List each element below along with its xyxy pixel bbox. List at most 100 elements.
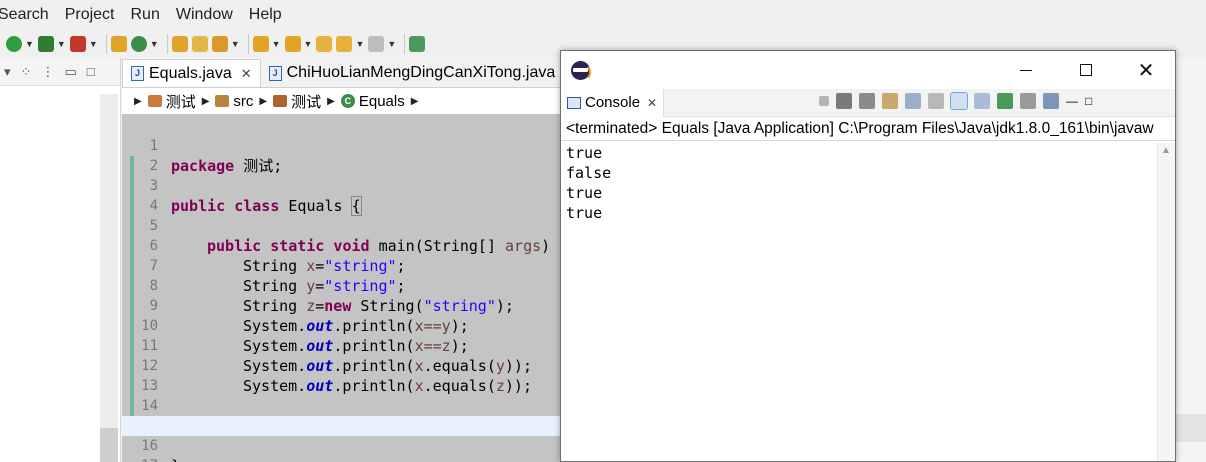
last-edit-button[interactable] (316, 33, 333, 55)
search-button[interactable]: ▼ (211, 33, 240, 55)
toolbar-separator (166, 34, 168, 54)
tab-chihuo-java[interactable]: J ChiHuoLianMengDingCanXiTong.java (261, 59, 564, 87)
scrollbar-thumb[interactable] (100, 428, 118, 462)
terminate-icon[interactable] (819, 96, 829, 106)
tab-label: ChiHuoLianMengDingCanXiTong.java (286, 64, 556, 81)
chevron-down-icon[interactable]: ▼ (25, 39, 34, 49)
run-icon (6, 36, 22, 52)
chevron-right-icon: ▶ (410, 95, 419, 107)
chevron-up-icon[interactable]: ▲ (1161, 145, 1171, 156)
open-type-button[interactable] (171, 33, 188, 55)
debug-button[interactable]: ▼ (37, 33, 66, 55)
open-task-button[interactable] (191, 33, 208, 55)
current-line: 16 } (122, 416, 562, 462)
code-line: 1 package 测试; (122, 116, 562, 175)
minimize-icon[interactable]: — (1066, 94, 1078, 108)
close-icon[interactable]: ✕ (241, 66, 252, 82)
console-tab-label: Console (585, 94, 641, 111)
package-explorer-panel: ▾ ⁘ ⋮ ▭ □ (0, 58, 121, 462)
remove-launch-icon[interactable] (836, 93, 852, 109)
next-annotation-button[interactable]: ▼ (252, 33, 281, 55)
minimize-icon (1020, 69, 1032, 71)
search-icon (211, 36, 228, 52)
menu-bar: Search Project Run Window Help (0, 0, 1206, 30)
breadcrumb-class[interactable]: C Equals (340, 93, 405, 110)
menu-window[interactable]: Window (176, 6, 233, 24)
external-tools-button[interactable]: ▼ (69, 33, 98, 55)
code-line: 15 (122, 396, 562, 434)
next-annotation-icon (252, 36, 269, 52)
breadcrumb-package[interactable]: 测试 (273, 91, 321, 112)
scroll-lock-icon[interactable] (905, 93, 921, 109)
view-menu-icon[interactable]: ⋮ (41, 64, 54, 80)
chevron-down-icon[interactable]: ▼ (387, 39, 396, 49)
code-area[interactable]: 1 package 测试; 2 3 public class Equals { … (122, 114, 569, 462)
back-button[interactable]: ▼ (336, 33, 364, 55)
right-panel-strip (1174, 58, 1206, 462)
remove-all-launches-icon[interactable] (859, 93, 875, 109)
maximize-icon[interactable]: □ (87, 64, 95, 79)
open-perspective-button[interactable] (409, 33, 426, 55)
menu-project[interactable]: Project (65, 6, 115, 24)
menu-search[interactable]: Search (0, 6, 49, 24)
java-file-icon: J (131, 66, 144, 81)
forward-button[interactable]: ▼ (368, 33, 396, 55)
chevron-down-icon[interactable]: ▼ (150, 39, 159, 49)
clear-console-icon[interactable] (882, 93, 898, 109)
package-icon (273, 95, 288, 107)
open-type-icon (171, 36, 188, 52)
minimized-view[interactable] (1175, 414, 1206, 442)
maximize-button[interactable] (1063, 51, 1109, 89)
vertical-scrollbar[interactable] (100, 94, 118, 454)
console-output-line: true (566, 144, 603, 162)
chevron-right-icon: ▶ (134, 95, 142, 107)
tab-console[interactable]: Console ✕ (561, 88, 665, 117)
chevron-down-icon[interactable]: ▼ (231, 39, 240, 49)
back-icon (336, 36, 353, 52)
link-editor-icon[interactable]: ⁘ (21, 64, 32, 80)
breadcrumb-project[interactable]: 测试 (147, 91, 196, 112)
open-task-icon (191, 36, 208, 52)
chevron-down-icon[interactable]: ▼ (57, 39, 66, 49)
tab-equals-java[interactable]: J Equals.java ✕ (122, 59, 261, 87)
minimize-icon[interactable]: ▭ (64, 64, 76, 80)
menu-help[interactable]: Help (249, 6, 282, 24)
console-output-line: true (566, 204, 603, 222)
new-java-project-button[interactable] (110, 33, 127, 55)
line-number: 17 (122, 456, 160, 462)
previous-annotation-button[interactable]: ▼ (284, 33, 313, 55)
code-line: 8 String z=new String("string"); (122, 256, 562, 315)
minimize-button[interactable] (1003, 51, 1049, 89)
console-icon (567, 96, 581, 109)
close-button[interactable]: ✕ (1123, 51, 1169, 89)
class-icon: C (340, 94, 355, 108)
collapse-all-icon[interactable]: ▾ (4, 64, 11, 80)
chevron-down-icon[interactable]: ▼ (272, 39, 281, 49)
eclipse-logo-icon (571, 61, 591, 81)
previous-annotation-icon (284, 36, 301, 52)
project-icon (147, 95, 162, 107)
run-button[interactable]: ▼ (6, 33, 34, 55)
close-icon[interactable]: ✕ (647, 96, 657, 110)
show-on-stderr-icon[interactable] (974, 93, 990, 109)
breadcrumb-src[interactable]: src (215, 93, 253, 110)
open-console-icon[interactable] (1043, 93, 1059, 109)
window-titlebar[interactable]: ✕ (561, 51, 1175, 89)
menu-run[interactable]: Run (131, 6, 160, 24)
vertical-scrollbar[interactable]: ▲ (1157, 143, 1175, 461)
show-on-stdout-icon[interactable] (950, 92, 968, 110)
chevron-down-icon[interactable]: ▼ (304, 39, 313, 49)
code-line: 12 System.out.println(x.equals(z)); (122, 336, 562, 395)
open-perspective-icon (409, 36, 426, 52)
pin-console-icon[interactable] (997, 93, 1013, 109)
chevron-down-icon[interactable]: ▼ (355, 39, 364, 49)
chevron-right-icon: ▶ (327, 95, 335, 107)
forward-icon (368, 36, 385, 52)
console-output[interactable]: true false true true ▲ (561, 143, 1175, 461)
code-line: 5 public static void main(String[] args)… (122, 196, 569, 255)
new-class-button[interactable]: ▼ (130, 33, 159, 55)
maximize-icon[interactable]: □ (1085, 94, 1092, 108)
chevron-down-icon[interactable]: ▼ (89, 39, 98, 49)
word-wrap-icon[interactable] (928, 93, 944, 109)
display-console-icon[interactable] (1020, 93, 1036, 109)
